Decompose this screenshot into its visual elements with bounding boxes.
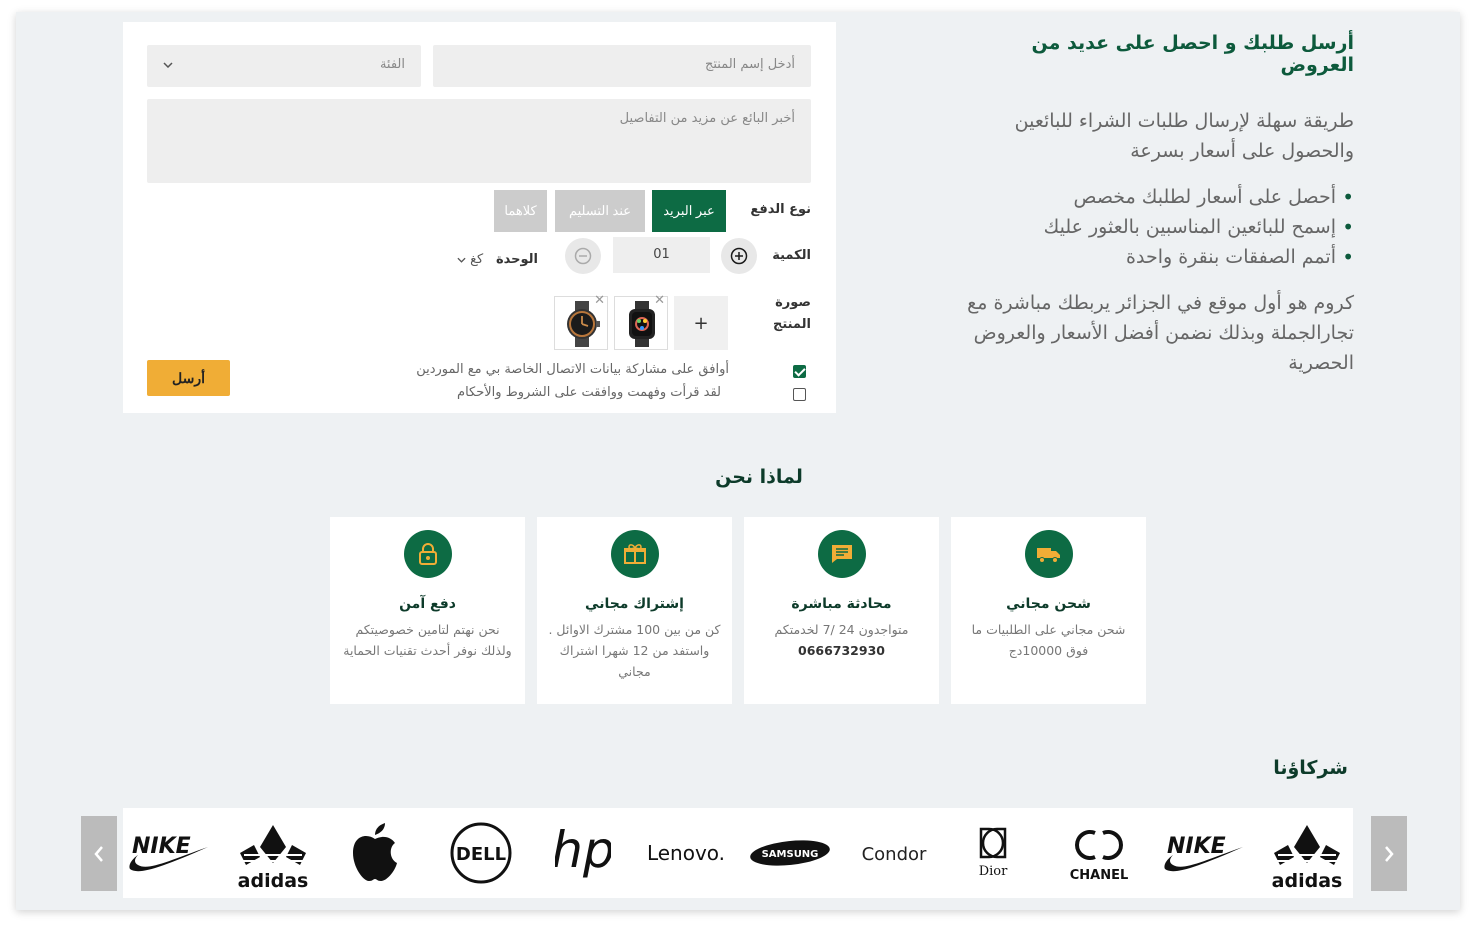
payment-option-both[interactable]: كلاهما — [494, 190, 547, 232]
payment-option-delivery[interactable]: عند التسليم — [555, 190, 645, 232]
plus-circle-icon — [730, 247, 748, 265]
carousel-prev-button[interactable] — [81, 816, 117, 891]
intro-title: أرسل طلبك و احصل على عديد من العروض — [1031, 32, 1354, 76]
feature-text: نحن نهتم لتامين خصوصيتكم ولذلك نوفر أحدث… — [343, 622, 512, 658]
payment-label: نوع الدفع — [750, 202, 811, 217]
partner-logo-dior[interactable]: Dior — [953, 808, 1033, 898]
partners-title: شركاؤنا — [1273, 757, 1348, 779]
logo-wordmark: SAMSUNG — [762, 849, 819, 860]
intro-bullets: أحصل على أسعار لطلبك مخصص إسمح للبائعين … — [956, 182, 1354, 272]
logo-wordmark: adidas — [238, 870, 309, 889]
logo-wordmark: hp — [555, 821, 611, 879]
feature-title: دفع آمن — [399, 596, 456, 612]
partner-logo-nike[interactable]: NIKE — [1161, 808, 1247, 898]
logo-wordmark: Condor — [862, 844, 927, 865]
carousel-next-button[interactable] — [1371, 816, 1407, 891]
feature-card: شحن مجاني شحن مجاني على الطلبيات ما فوق … — [951, 517, 1146, 704]
intro-paragraph: طريقة سهلة لإرسال طلبات الشراء للبائعين … — [1014, 110, 1354, 162]
truck-icon — [1024, 530, 1073, 578]
quantity-increase-button[interactable] — [721, 238, 757, 274]
lock-icon — [403, 530, 452, 578]
partner-logo-apple[interactable] — [335, 808, 415, 898]
unit-label: الوحدة — [495, 252, 538, 267]
category-placeholder: الفئة — [379, 57, 405, 72]
gift-icon — [610, 530, 659, 578]
add-image-button[interactable]: + — [674, 296, 728, 350]
remove-image-icon[interactable]: ✕ — [594, 293, 605, 308]
partner-logo-nike[interactable]: NIKE — [127, 808, 211, 898]
intro-bullet: أتمم الصفقات بنقرة واحدة — [956, 242, 1354, 272]
partner-logo-hp[interactable]: hp — [543, 808, 623, 898]
terms-checkbox[interactable] — [793, 388, 806, 401]
feature-text: شحن مجاني على الطلبيات ما فوق 10000دج — [971, 622, 1126, 658]
partner-logo-adidas[interactable]: adidas — [1265, 808, 1349, 898]
feature-title: إشتراك مجاني — [585, 596, 684, 612]
payment-option-post[interactable]: عبر البريد — [652, 190, 726, 232]
send-button[interactable]: أرسل — [147, 360, 230, 396]
quantity-input[interactable]: 01 — [613, 237, 710, 273]
logo-wordmark: adidas — [1272, 870, 1343, 889]
minus-circle-icon — [574, 247, 592, 265]
product-image-thumb[interactable]: ✕ — [614, 293, 668, 350]
feature-card: إشتراك مجاني كن من بين 100 مشترك الاوائل… — [537, 517, 732, 704]
partner-logo-dell[interactable]: DELL — [441, 808, 521, 898]
unit-select[interactable]: كغ — [457, 252, 483, 267]
partners-carousel: NIKE adidas DELL hp Lenovo. SAMSUNG Cond… — [123, 808, 1353, 898]
feature-text: كن من بين 100 مشترك الاوائل . واستفد من … — [548, 622, 721, 679]
product-name-input[interactable]: أدخل إسم المنتج — [433, 45, 811, 87]
logo-wordmark: Lenovo. — [647, 841, 725, 865]
terms-label: لقد قرأت وفهمت ووافقت على الشروط والأحكا… — [457, 385, 721, 400]
chevron-right-icon — [1385, 845, 1394, 862]
feature-title: محادثة مباشرة — [791, 596, 892, 612]
partner-logo-adidas[interactable]: adidas — [231, 808, 315, 898]
logo-wordmark: NIKE — [132, 834, 191, 859]
request-form: أدخل إسم المنتج الفئة أخبر البائع عن مزي… — [123, 22, 836, 413]
phone-number[interactable]: 0666732930 — [754, 640, 929, 661]
intro-section: أرسل طلبك و احصل على عديد من العروض طريق… — [956, 32, 1354, 378]
intro-bullet: إسمح للبائعين المناسبين بالعثور عليك — [956, 212, 1354, 242]
partner-logo-lenovo[interactable]: Lenovo. — [641, 808, 731, 898]
product-image-thumb[interactable]: ✕ — [554, 293, 608, 350]
consent-label: أوافق على مشاركة بيانات الاتصال الخاصة ب… — [416, 362, 729, 377]
chevron-down-icon — [457, 257, 466, 263]
chevron-down-icon — [163, 57, 173, 71]
remove-image-icon[interactable]: ✕ — [654, 293, 665, 308]
chevron-left-icon — [94, 845, 103, 862]
category-select[interactable]: الفئة — [147, 45, 421, 87]
partner-logo-condor[interactable]: Condor — [851, 808, 937, 898]
logo-wordmark: Dior — [979, 864, 1008, 879]
feature-card: دفع آمن نحن نهتم لتامين خصوصيتكم ولذلك ن… — [330, 517, 525, 704]
details-textarea[interactable]: أخبر البائع عن مزيد من التفاصيل — [147, 99, 811, 183]
why-us-title: لماذا نحن — [715, 466, 803, 488]
unit-value: كغ — [470, 252, 484, 267]
intro-paragraph-2: كروم هو أول موقع في الجزائر يربطك مباشرة… — [967, 292, 1354, 374]
logo-wordmark: NIKE — [1167, 834, 1226, 859]
chat-icon — [817, 530, 866, 578]
feature-card: محادثة مباشرة متواجدون 24 /7 لخدمتكم 066… — [744, 517, 939, 704]
feature-title: شحن مجاني — [1006, 596, 1091, 612]
image-label: صورة المنتج — [772, 295, 811, 332]
partner-logo-samsung[interactable]: SAMSUNG — [747, 808, 833, 898]
logo-wordmark: DELL — [456, 844, 506, 865]
page-frame: أرسل طلبك و احصل على عديد من العروض طريق… — [16, 12, 1460, 910]
partner-logo-chanel[interactable]: CHANEL — [1059, 808, 1139, 898]
logo-wordmark: CHANEL — [1070, 868, 1129, 883]
intro-bullet: أحصل على أسعار لطلبك مخصص — [956, 182, 1354, 212]
consent-checkbox[interactable] — [793, 365, 806, 378]
quantity-decrease-button[interactable] — [565, 238, 601, 274]
feature-text: متواجدون 24 /7 لخدمتكم — [774, 622, 909, 637]
